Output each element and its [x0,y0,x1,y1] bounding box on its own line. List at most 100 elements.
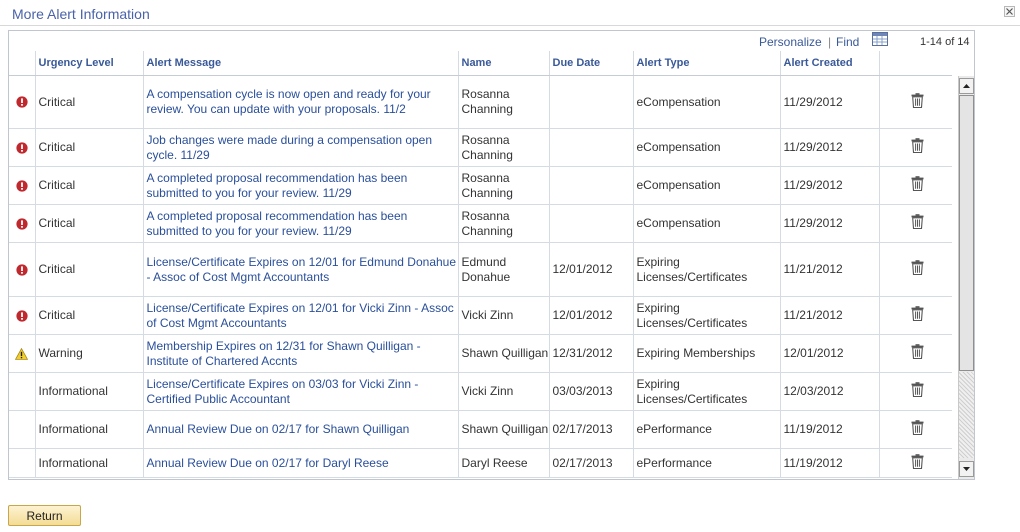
alert-type: eCompensation [636,94,721,109]
alert-created-cell: 11/21/2012 [779,296,879,335]
trash-icon[interactable] [911,138,924,154]
due-date-cell: 03/03/2013 [548,372,633,411]
column-header-alert-type[interactable]: Alert Type [632,51,780,76]
critical-icon [16,180,28,192]
message-cell: Annual Review Due on 02/17 for Daryl Ree… [142,448,458,478]
alert-type: ePerformance [636,422,712,436]
alert-created-date: 11/21/2012 [783,308,843,322]
employee-name: Vicki Zinn [461,384,514,398]
alert-type: Expiring Licenses/Certificates [636,376,748,406]
delete-cell [878,296,952,335]
alert-message-link[interactable]: Job changes were made during a compensat… [147,133,433,162]
delete-cell [878,75,952,129]
employee-name: Daryl Reese [461,455,528,470]
urgency-cell: Critical [34,204,143,243]
urgency-level: Critical [38,178,76,192]
column-header-name[interactable]: Name [457,51,549,76]
due-date: 02/17/2013 [552,422,613,436]
urgency-icon-cell [9,166,35,205]
urgency-level: Informational [38,455,108,470]
grid-scrollbar[interactable] [958,76,974,479]
message-cell: License/Certificate Expires on 03/03 for… [142,372,458,411]
delete-cell [878,410,952,449]
alert-created-cell: 11/19/2012 [779,448,879,478]
alert-created-cell: 11/29/2012 [779,75,879,129]
name-cell: Edmund Donahue [457,242,549,297]
alert-type: eCompensation [636,140,721,154]
due-date: 12/31/2012 [552,346,613,360]
urgency-cell: Critical [34,75,143,129]
trash-icon[interactable] [911,260,924,276]
trash-icon[interactable] [911,420,924,436]
column-header-alert-created[interactable]: Alert Created [779,51,879,76]
due-date-cell: 02/17/2013 [548,448,633,478]
trash-icon[interactable] [911,176,924,192]
due-date: 12/01/2012 [552,262,613,276]
scroll-thumb[interactable] [959,95,974,371]
message-cell: License/Certificate Expires on 12/01 for… [142,296,458,335]
alert-created-cell: 11/19/2012 [779,410,879,449]
scroll-down-button[interactable] [959,461,974,477]
urgency-level: Informational [38,384,108,398]
alert-message-link[interactable]: Membership Expires on 12/31 for Shawn Qu… [147,339,421,368]
name-cell: Shawn Quilligan [457,410,549,449]
column-header-message[interactable]: Alert Message [142,51,458,76]
page-title: More Alert Information [12,6,150,22]
alert-type-cell: Expiring Licenses/Certificates [632,296,780,335]
urgency-icon-cell [9,334,35,373]
alert-message-link[interactable]: Annual Review Due on 02/17 for Shawn Qui… [147,422,410,436]
trash-icon[interactable] [911,382,924,398]
icon-column-header [9,51,35,76]
trash-icon[interactable] [911,214,924,230]
alert-created-date: 11/21/2012 [783,262,843,276]
trash-icon[interactable] [911,92,924,108]
alert-created-cell: 12/01/2012 [779,334,879,373]
employee-name: Shawn Quilligan [461,346,549,360]
column-header-due-date[interactable]: Due Date [548,51,633,76]
alert-created-date: 11/29/2012 [783,178,843,192]
table-row: Critical License/Certificate Expires on 1… [9,242,952,297]
alert-message-link[interactable]: Annual Review Due on 02/17 for Daryl Ree… [147,456,389,470]
message-cell: Job changes were made during a compensat… [142,128,458,167]
alert-message-link[interactable]: License/Certificate Expires on 12/01 for… [147,255,457,284]
alert-type: eCompensation [636,216,721,230]
close-icon [1006,8,1013,15]
alert-message-link[interactable]: A completed proposal recommendation has … [147,171,408,200]
warning-icon [15,347,29,360]
employee-name: Vicki Zinn [461,308,514,322]
delete-cell [878,448,952,478]
alert-created-cell: 12/03/2012 [779,372,879,411]
alert-type-cell: Expiring Licenses/Certificates [632,242,780,297]
return-button[interactable]: Return [8,505,81,526]
message-cell: A completed proposal recommendation has … [142,166,458,205]
alert-message-link[interactable]: License/Certificate Expires on 12/01 for… [147,301,454,330]
trash-icon[interactable] [911,306,924,322]
trash-icon[interactable] [911,453,924,469]
table-row: Critical A completed proposal recommendat… [9,204,952,243]
urgency-cell: Critical [34,296,143,335]
due-date-cell: 12/01/2012 [548,242,633,297]
alert-message-link[interactable]: License/Certificate Expires on 03/03 for… [147,377,419,406]
alert-type: Expiring Memberships [636,346,756,360]
column-header-urgency[interactable]: Urgency Level [34,51,143,76]
personalize-link[interactable]: Personalize [759,35,822,49]
table-row: Critical A compensation cycle is now open… [9,75,952,129]
close-button[interactable] [1004,6,1015,17]
scroll-track[interactable] [959,372,974,458]
find-link[interactable]: Find [836,35,859,49]
alert-message-link[interactable]: A completed proposal recommendation has … [147,209,408,238]
alert-message-link[interactable]: A compensation cycle is now open and rea… [147,87,431,116]
alert-type-cell: eCompensation [632,128,780,167]
alert-created-cell: 11/29/2012 [779,128,879,167]
due-date-cell: 02/17/2013 [548,410,633,449]
alert-created-date: 12/01/2012 [783,346,844,360]
delete-cell [878,334,952,373]
scroll-up-button[interactable] [959,78,974,94]
trash-icon[interactable] [911,344,924,360]
critical-icon [16,142,28,154]
view-all-grid-icon[interactable] [872,32,888,46]
urgency-level: Critical [38,94,76,109]
message-cell: Membership Expires on 12/31 for Shawn Qu… [142,334,458,373]
table-row: Critical A completed proposal recommendat… [9,166,952,205]
delete-cell [878,128,952,167]
